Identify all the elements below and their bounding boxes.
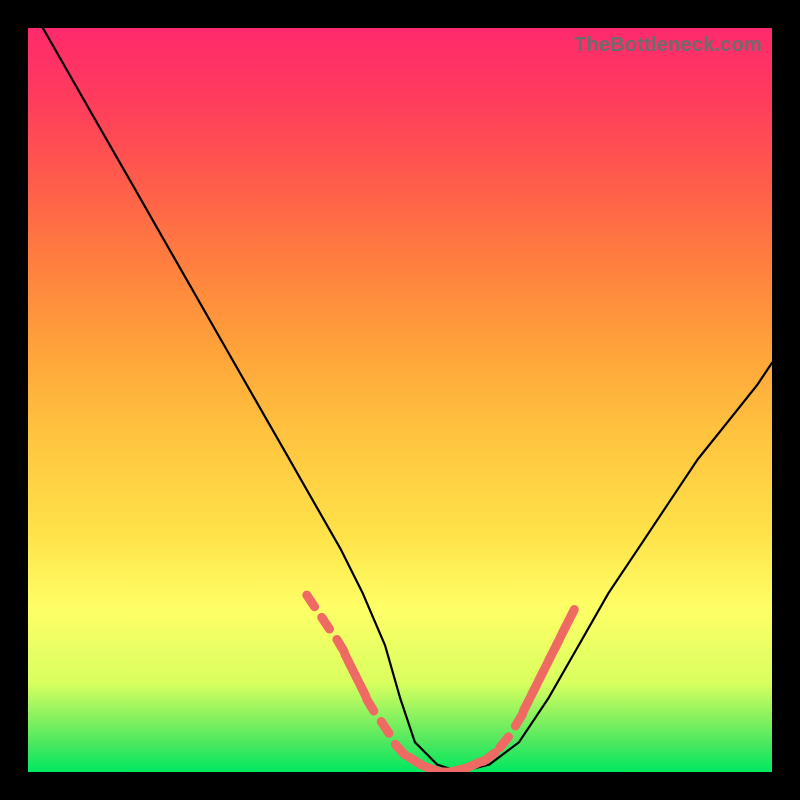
highlight-dot (307, 595, 315, 607)
highlight-dot (538, 669, 544, 682)
highlight-dot (409, 757, 421, 764)
highlight-dot (367, 699, 374, 711)
highlight-dot (468, 762, 481, 768)
chart-plot-area: TheBottleneck.com (28, 28, 772, 772)
highlight-dot (561, 624, 567, 637)
bottleneck-curve-path (43, 28, 772, 772)
highlight-dot (531, 684, 537, 697)
highlight-dot (337, 640, 344, 652)
highlight-dot (360, 684, 366, 697)
highlight-dot (568, 610, 574, 623)
highlight-dot (484, 753, 495, 761)
highlight-dot (345, 654, 351, 667)
highlight-markers (307, 595, 575, 772)
highlight-dot (395, 744, 404, 755)
highlight-dot (500, 737, 509, 748)
chart-frame: TheBottleneck.com (0, 0, 800, 800)
highlight-dot (515, 714, 522, 726)
highlight-dot (523, 699, 529, 712)
highlight-dot (322, 617, 330, 629)
highlight-dot (352, 669, 358, 682)
highlight-dot (553, 639, 559, 652)
highlight-dot (546, 654, 552, 667)
bottleneck-chart (28, 28, 772, 772)
highlight-dot (381, 722, 389, 734)
